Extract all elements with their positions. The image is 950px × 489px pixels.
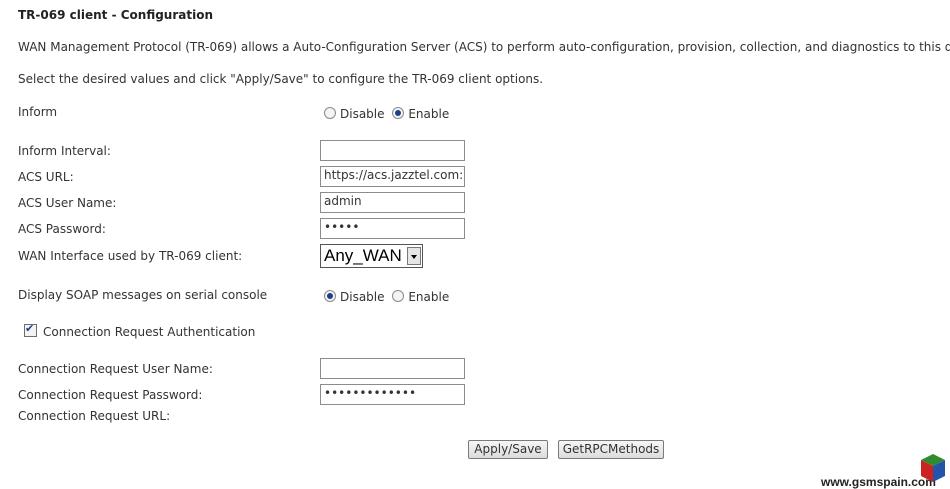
acs-user-name-input[interactable]: admin <box>320 192 465 213</box>
acs-password-input[interactable]: ••••• <box>320 218 465 239</box>
wan-interface-label: WAN Interface used by TR-069 client: <box>18 249 243 263</box>
soap-label: Display SOAP messages on serial console <box>18 288 268 302</box>
inform-enable-radio[interactable] <box>392 107 405 119</box>
inform-enable-label: Enable <box>408 107 450 121</box>
page-title: TR-069 client - Configuration <box>18 8 213 22</box>
chevron-down-icon[interactable] <box>407 247 421 265</box>
apply-save-button[interactable]: Apply/Save <box>468 440 548 459</box>
acs-url-label: ACS URL: <box>18 170 74 184</box>
acs-password-label: ACS Password: <box>18 222 106 236</box>
connection-auth-label: Connection Request Authentication <box>43 325 256 339</box>
soap-enable-label: Enable <box>408 290 450 304</box>
inform-disable-radio[interactable] <box>324 107 336 119</box>
inform-interval-input[interactable] <box>320 140 465 161</box>
connection-auth-checkbox[interactable] <box>24 322 37 337</box>
connection-url-label: Connection Request URL: <box>18 409 171 423</box>
page-description: WAN Management Protocol (TR-069) allows … <box>18 40 950 54</box>
soap-disable-radio[interactable] <box>324 290 336 302</box>
wan-interface-select[interactable]: Any_WAN <box>320 244 423 268</box>
connection-password-label: Connection Request Password: <box>18 388 203 402</box>
connection-user-name-label: Connection Request User Name: <box>18 362 213 376</box>
connection-user-name-input[interactable] <box>320 358 465 379</box>
wan-interface-value: Any_WAN <box>324 246 402 265</box>
inform-label: Inform <box>18 105 58 119</box>
inform-disable-label: Disable <box>340 107 385 121</box>
soap-disable-label: Disable <box>340 290 385 304</box>
cube-logo-icon <box>921 454 945 482</box>
acs-url-input[interactable]: https://acs.jazztel.com:8 <box>320 166 465 187</box>
acs-user-name-label: ACS User Name: <box>18 196 117 210</box>
connection-password-input[interactable]: ••••••••••••• <box>320 384 465 405</box>
page-instruction: Select the desired values and click "App… <box>18 72 544 86</box>
inform-interval-label: Inform Interval: <box>18 144 111 158</box>
soap-enable-radio[interactable] <box>392 290 405 302</box>
get-rpc-methods-button[interactable]: GetRPCMethods <box>558 440 664 459</box>
inform-radio-group: Disable Enable <box>324 107 453 121</box>
soap-radio-group: Disable Enable <box>324 290 453 304</box>
